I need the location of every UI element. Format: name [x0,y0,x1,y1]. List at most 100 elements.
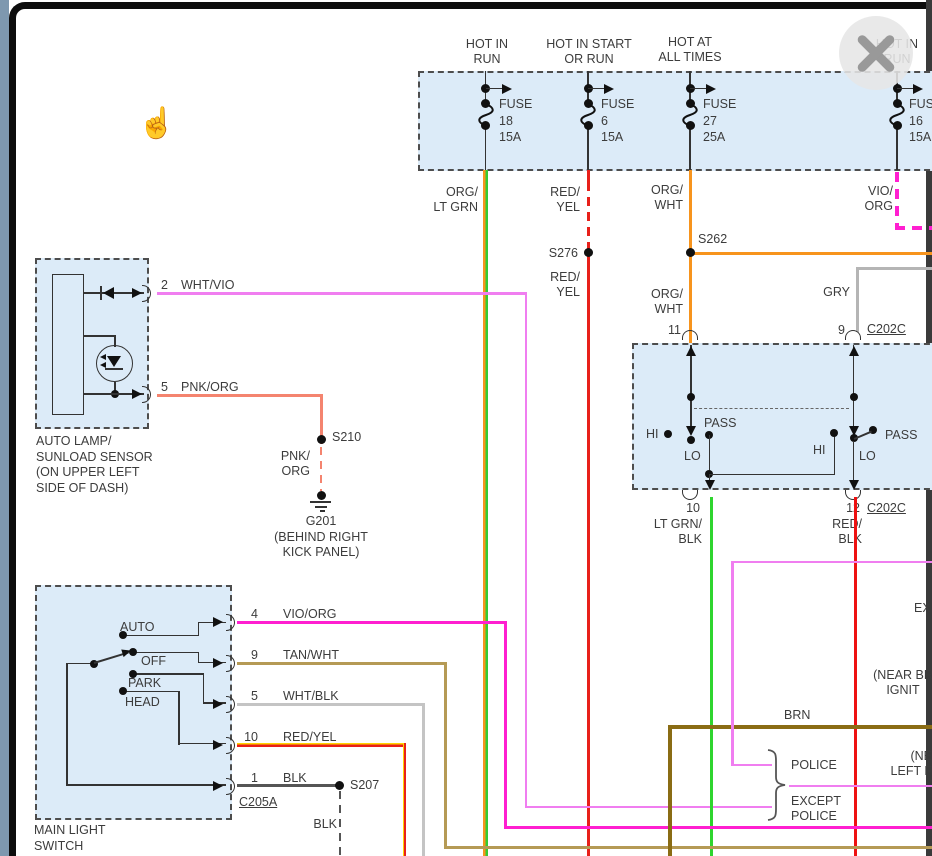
dimmer-hi-left-label: HI [646,427,659,442]
wire-police-v [731,561,734,766]
ms-common-line [66,663,68,786]
fuse3-tap-arrow [706,84,716,94]
wire-org-lt-grn [483,170,488,856]
sensor-caption: AUTO LAMP/ SUNLOAD SENSOR (ON UPPER LEFT… [36,434,153,496]
pnk-org-ground-label: PNK/ ORG [260,449,310,479]
dimmer-linkage-dashed [694,408,849,409]
wire-red-yel-solid [587,252,590,856]
wire-label-org-wht-1: ORG/ WHT [633,183,683,213]
wire-gry-h [856,267,932,270]
ms-pin9-arrow [213,658,223,668]
wire-red-yel-10-h [237,743,406,747]
splice-s276-dot [584,248,593,257]
dimmer-right-junction-dot [850,393,858,401]
dimmer-right-entry-arrow [849,346,859,356]
wire-tan-wht-h1 [237,662,447,665]
wire-vio-org-4-h1 [237,621,507,624]
ms-auto-line [198,622,200,637]
ms-common-line [66,784,226,786]
fuse3-wire [689,125,691,170]
wire-label-vio-org: VIO/ ORG [843,184,893,214]
ms-pin5-arrow [213,699,223,709]
dimmer-pin10-wire-label: LT GRN/ BLK [630,517,702,547]
ms-caption: MAIN LIGHT SWITCH [34,823,106,854]
splice-s207-dot [335,781,344,790]
dimmer-cross-line [709,474,835,476]
dimmer-pin11-connector [682,330,698,340]
sensor-pin2-num: 2 [161,278,168,293]
ms-off-label: OFF [141,654,166,669]
wire-label-gry: GRY [800,285,850,300]
ms-head-line [178,691,180,745]
dimmer-conn-bottom-link[interactable]: C202C [867,501,906,516]
splice-s262-label: S262 [698,232,727,247]
ms-park-line [203,673,205,704]
wire-tan-wht-v [444,662,447,849]
dimmer-pin9-num: 9 [813,323,845,338]
wire-vio-org-dashed-h [895,226,932,230]
dimmer-left-wiper-arrow [686,426,696,436]
dimmer-right-exit-line [853,441,855,482]
note-police: POLICE [791,758,837,773]
dimmer-pin11-num: 11 [649,323,681,338]
dimmer-pass-right-label: PASS [885,428,917,443]
diode-icon [103,287,114,299]
sensor-photo-top-line [84,335,116,337]
dimmer-left-entry-arrow [686,346,696,356]
dimmer-pin12-wire-label: RED/ BLK [790,517,862,547]
edge-text-mid: (NEAR BR IGNIT [872,668,932,698]
dimmer-lo-left-label: LO [684,449,701,464]
wire-gry-v [856,267,859,332]
ground-g201-icon [315,506,327,508]
ground-g201-caption: G201 (BEHIND RIGHT KICK PANEL) [246,514,396,561]
dimmer-right-input-line [853,345,855,429]
wire-pnk-org-h [157,394,322,397]
wire-blk-h [237,784,342,787]
dimmer-hi-right-label: HI [813,443,826,458]
wire-blk-dashed [339,791,342,856]
dimmer-pin10-num: 10 [666,501,700,516]
wire-red-blk [854,497,858,856]
wire-wht-vio-h1 [157,292,527,295]
ms-auto-label: AUTO [120,620,155,635]
fuse2-element-icon [577,103,599,127]
dimmer-pass-left-label: PASS [704,416,736,431]
wire-red-yel-dashed [587,182,590,252]
wire-wht-blk-v [422,703,425,856]
wire-label-red-yel-1: RED/ YEL [530,185,580,215]
wire-police-h-top [731,561,932,564]
wire-label-org-wht-2: ORG/ WHT [633,287,683,317]
wire-blk-ground-label: BLK [297,817,337,832]
wire-org-wht-branch [690,252,932,255]
fuse4-element-icon [886,103,908,127]
alternatives-brace [766,749,788,821]
photodiode-triangle [107,356,121,367]
wire-red-yel-solid-top [587,170,590,182]
wiring-diagram-canvas[interactable]: HOT IN RUN HOT IN START OR RUN HOT AT AL… [0,0,932,856]
ms-park-line [133,673,204,675]
ms-head-contact [119,687,127,695]
sensor-diode-bar [100,286,102,300]
splice-s210-dot [317,435,326,444]
wire-wht-vio-h2 [525,806,772,809]
fuse-label-3: FUSE 27 25A [703,96,736,146]
wire-vio-org-4-h2 [504,826,932,829]
hot-label-3: HOT AT ALL TIMES [633,35,747,65]
wire-label-org-lt-grn: ORG/ LT GRN [408,185,478,215]
wire-label-red-yel-2: RED/ YEL [530,270,580,300]
ms-pin4-arrow [213,617,223,627]
dimmer-conn-top-link[interactable]: C202C [867,322,906,337]
close-button[interactable] [839,16,913,90]
edge-text-top: EX [914,601,931,616]
splice-s207-label: S207 [350,778,379,793]
ms-connector-link[interactable]: C205A [239,795,277,810]
dimmer-pin9-connector [845,330,861,340]
fuse4-tap-arrow [913,84,923,94]
ms-pin1-arrow [213,781,223,791]
hot-label-2: HOT IN START OR RUN [532,37,646,67]
ground-g201-icon [310,501,331,503]
edge-text-bottom: (NE LEFT F [880,749,932,779]
wire-lt-grn-blk [710,497,714,856]
wire-wht-vio-v [525,292,528,807]
wire-brace-output [789,785,932,788]
